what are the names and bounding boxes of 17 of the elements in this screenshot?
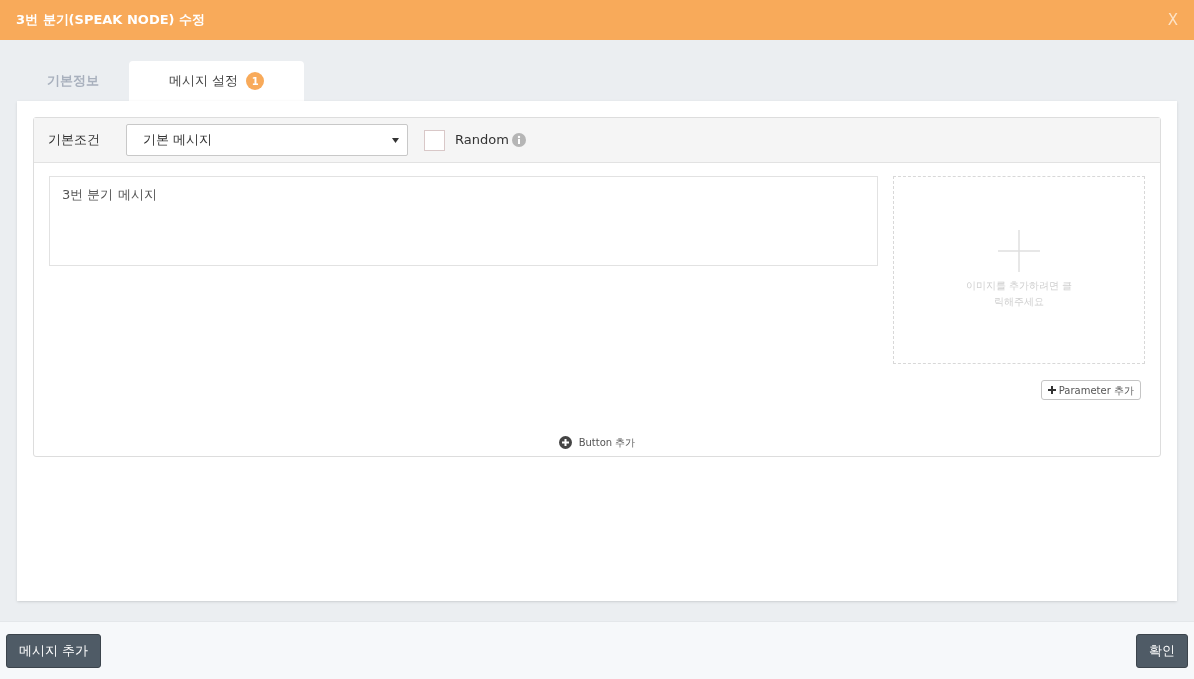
message-field[interactable]: 3번 분기 메시지 [49, 176, 878, 266]
caret-icon [392, 137, 399, 143]
random-label: Random [455, 131, 509, 150]
info-icon [511, 133, 526, 147]
confirm-button[interactable]: 확인 [1136, 633, 1188, 668]
tab[interactable]: 메시지 설정 1 [129, 61, 305, 101]
plus-icon [998, 230, 1040, 272]
condition-select[interactable]: 기본 메시지 [126, 124, 408, 156]
count-badge: 1 [246, 72, 265, 90]
window-title: 3번 분기(SPEAK NODE) 수정 [16, 11, 205, 30]
random-checkbox[interactable] [424, 129, 445, 151]
add-button[interactable]: Button 추가 [558, 435, 636, 450]
add-message-button[interactable]: 메시지 추가 [6, 633, 102, 668]
parameter-button[interactable]: Parameter 추가 [1040, 380, 1141, 400]
condition-label: 기본조건 [48, 131, 100, 150]
plus-circle-icon [558, 436, 572, 449]
plus-icon [1047, 386, 1056, 394]
